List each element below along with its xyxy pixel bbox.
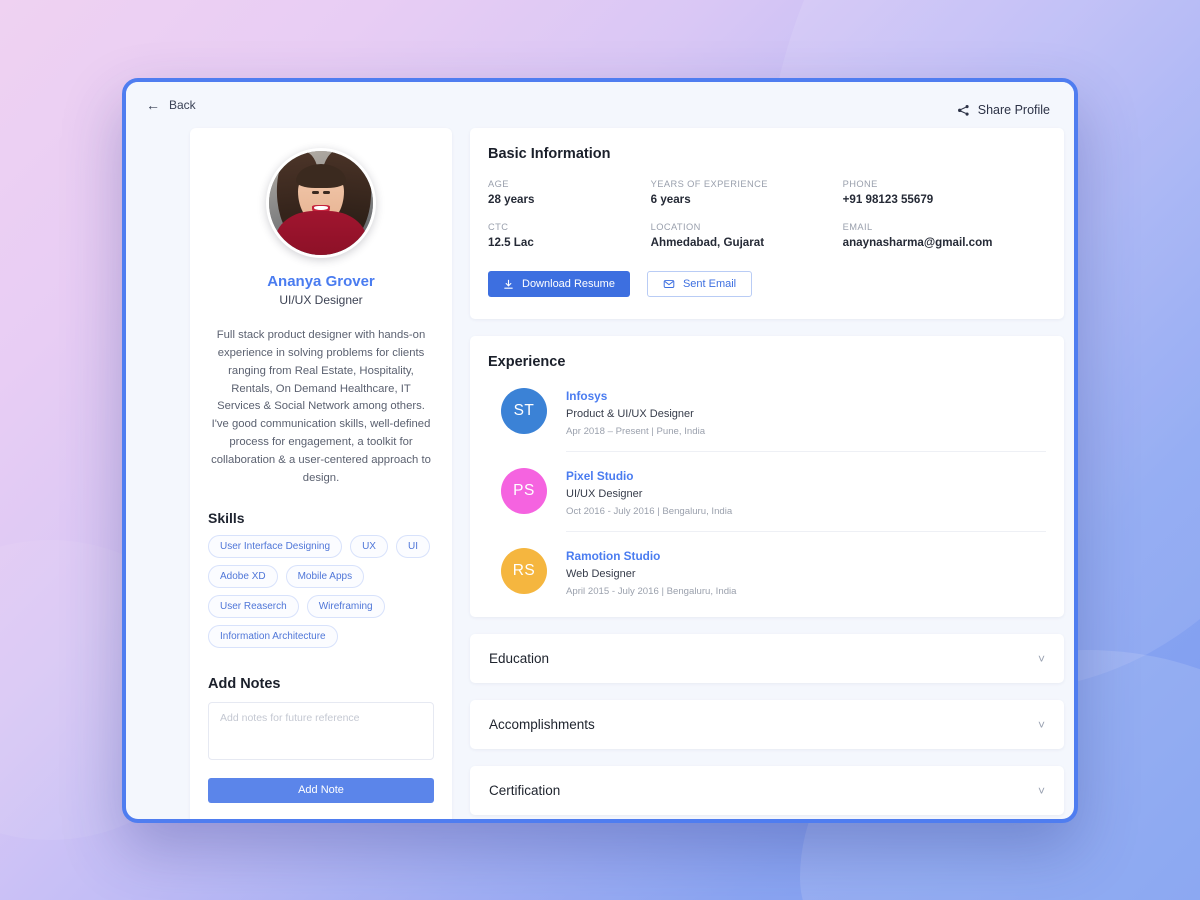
experience-company[interactable]: Ramotion Studio [566, 549, 1046, 563]
skills-list: User Interface Designing UX UI Adobe XD Mobi… [208, 534, 434, 648]
info-field-label: PHONE [842, 179, 878, 189]
info-field: PHONE +91 98123 55679 [843, 179, 1046, 206]
skill-chip[interactable]: UX [350, 534, 388, 558]
skill-chip[interactable]: Mobile Apps [285, 564, 365, 588]
experience-details: Infosys Product & UI/UX Designer Apr 2018 … [566, 388, 1046, 437]
info-field-value: anaynasharma@gmail.com [842, 236, 993, 249]
profile-name: Ananya Grover [267, 273, 375, 290]
skill-chip[interactable]: User Interface Designing [208, 534, 343, 558]
info-field-label: YEARS OF EXPERIENCE [650, 179, 768, 189]
envelope-icon [663, 280, 675, 288]
share-profile-label: Share Profile [977, 103, 1050, 117]
skills-title: Skills [208, 509, 245, 526]
info-field: YEARS OF EXPERIENCE 6 years [651, 179, 843, 206]
chevron-down-icon[interactable]: ˅ [1038, 719, 1045, 731]
profile-role: UI/UX Designer [279, 293, 363, 307]
info-field-label: CTC [488, 222, 509, 232]
skill-chip[interactable]: User Reaserch [208, 594, 299, 618]
desktop-background: ← Back Share Profile Ananya Grover UI/UX… [0, 0, 1200, 900]
experience-company[interactable]: Infosys [566, 389, 1046, 403]
add-notes-title: Add Notes [208, 675, 281, 692]
company-avatar: RS [501, 548, 547, 594]
avatar-container [208, 148, 434, 258]
info-field-label: EMAIL [842, 222, 873, 232]
skill-chip[interactable]: UI [395, 534, 430, 558]
basic-information-actions: Download Resume Sent Email [488, 271, 1046, 297]
app-window: ← Back Share Profile Ananya Grover UI/UX… [122, 78, 1078, 823]
basic-information-title: Basic Information [488, 146, 611, 162]
arrow-left-icon: ← [146, 97, 160, 113]
accordion-accomplishments[interactable]: Accomplishments ˅ [470, 700, 1064, 749]
info-field-value: +91 98123 55679 [842, 193, 934, 206]
info-field-value: 12.5 Lac [488, 236, 534, 249]
accordion-label: Accomplishments [489, 717, 595, 732]
experience-meta: Apr 2018 – Present | Pune, India [566, 426, 706, 437]
experience-company[interactable]: Pixel Studio [566, 469, 1046, 483]
main-content: Ananya Grover UI/UX Designer Full stack … [126, 128, 1074, 819]
accordion-certification[interactable]: Certification ˅ [470, 766, 1064, 815]
profile-bio: Full stack product designer with hands-o… [211, 329, 431, 484]
chevron-down-icon[interactable]: ˅ [1038, 653, 1045, 665]
experience-separator [566, 451, 1046, 452]
accordion-label: Certification [489, 783, 561, 798]
sent-email-label: Sent Email [682, 278, 737, 290]
top-bar: ← Back Share Profile [126, 82, 1074, 128]
sent-email-button[interactable]: Sent Email [646, 271, 753, 297]
company-avatar: ST [501, 388, 547, 434]
experience-role: Web Designer [566, 568, 636, 580]
experience-role: Product & UI/UX Designer [566, 408, 694, 420]
experience-row: ST Infosys Product & UI/UX Designer Apr 201… [488, 388, 1046, 437]
accordion-list: Education ˅ Accomplishments ˅ Certification ˅ [470, 634, 1064, 815]
profile-sidebar: Ananya Grover UI/UX Designer Full stack … [190, 128, 452, 819]
share-nodes-icon [957, 104, 969, 116]
experience-row: RS Ramotion Studio Web Designer April 2015 … [488, 548, 1046, 597]
experience-details: Ramotion Studio Web Designer April 2015 - … [566, 548, 1046, 597]
accordion-education[interactable]: Education ˅ [470, 634, 1064, 683]
download-icon [504, 279, 513, 289]
info-field-value: 28 years [488, 193, 535, 206]
back-button-label: Back [169, 98, 196, 112]
experience-row: PS Pixel Studio UI/UX Designer Oct 2016 - J… [488, 468, 1046, 517]
experience-meta: Oct 2016 - July 2016 | Bengaluru, India [566, 506, 733, 517]
chevron-down-icon[interactable]: ˅ [1038, 785, 1045, 797]
basic-information-card: Basic Information AGE 28 years YEARS OF EX… [470, 128, 1064, 319]
experience-details: Pixel Studio UI/UX Designer Oct 2016 - Jul… [566, 468, 1046, 517]
detail-column: Basic Information AGE 28 years YEARS OF EX… [470, 128, 1064, 819]
company-avatar: PS [501, 468, 547, 514]
add-note-button[interactable]: Add Note [208, 777, 434, 803]
experience-separator [566, 531, 1046, 532]
info-field-value: 6 years [650, 193, 691, 206]
info-field: EMAIL anaynasharma@gmail.com [843, 222, 1046, 249]
download-resume-label: Download Resume [522, 278, 615, 290]
skill-chip[interactable]: Wireframing [306, 594, 385, 618]
notes-input[interactable] [208, 701, 434, 760]
info-field: CTC 12.5 Lac [488, 222, 651, 249]
avatar [266, 148, 376, 258]
info-field-label: AGE [488, 179, 509, 189]
experience-title: Experience [488, 354, 566, 370]
experience-meta: April 2015 - July 2016 | Bengaluru, Indi… [566, 586, 737, 597]
download-resume-button[interactable]: Download Resume [488, 271, 630, 297]
skill-chip[interactable]: Adobe XD [208, 564, 278, 588]
back-button[interactable]: ← Back [138, 92, 204, 118]
experience-list: ST Infosys Product & UI/UX Designer Apr 201… [488, 388, 1046, 597]
basic-information-grid: AGE 28 years YEARS OF EXPERIENCE 6 years PHO… [488, 179, 1046, 249]
accordion-label: Education [489, 651, 550, 666]
info-field-label: LOCATION [650, 222, 701, 232]
skill-chip[interactable]: Information Architecture [208, 624, 338, 648]
info-field: LOCATION Ahmedabad, Gujarat [651, 222, 843, 249]
info-field-value: Ahmedabad, Gujarat [650, 236, 765, 249]
experience-role: UI/UX Designer [566, 488, 643, 500]
info-field: AGE 28 years [488, 179, 651, 206]
share-profile-button[interactable]: Share Profile [951, 97, 1056, 123]
experience-card: Experience ST Infosys Product & UI/UX Desi… [470, 336, 1064, 617]
